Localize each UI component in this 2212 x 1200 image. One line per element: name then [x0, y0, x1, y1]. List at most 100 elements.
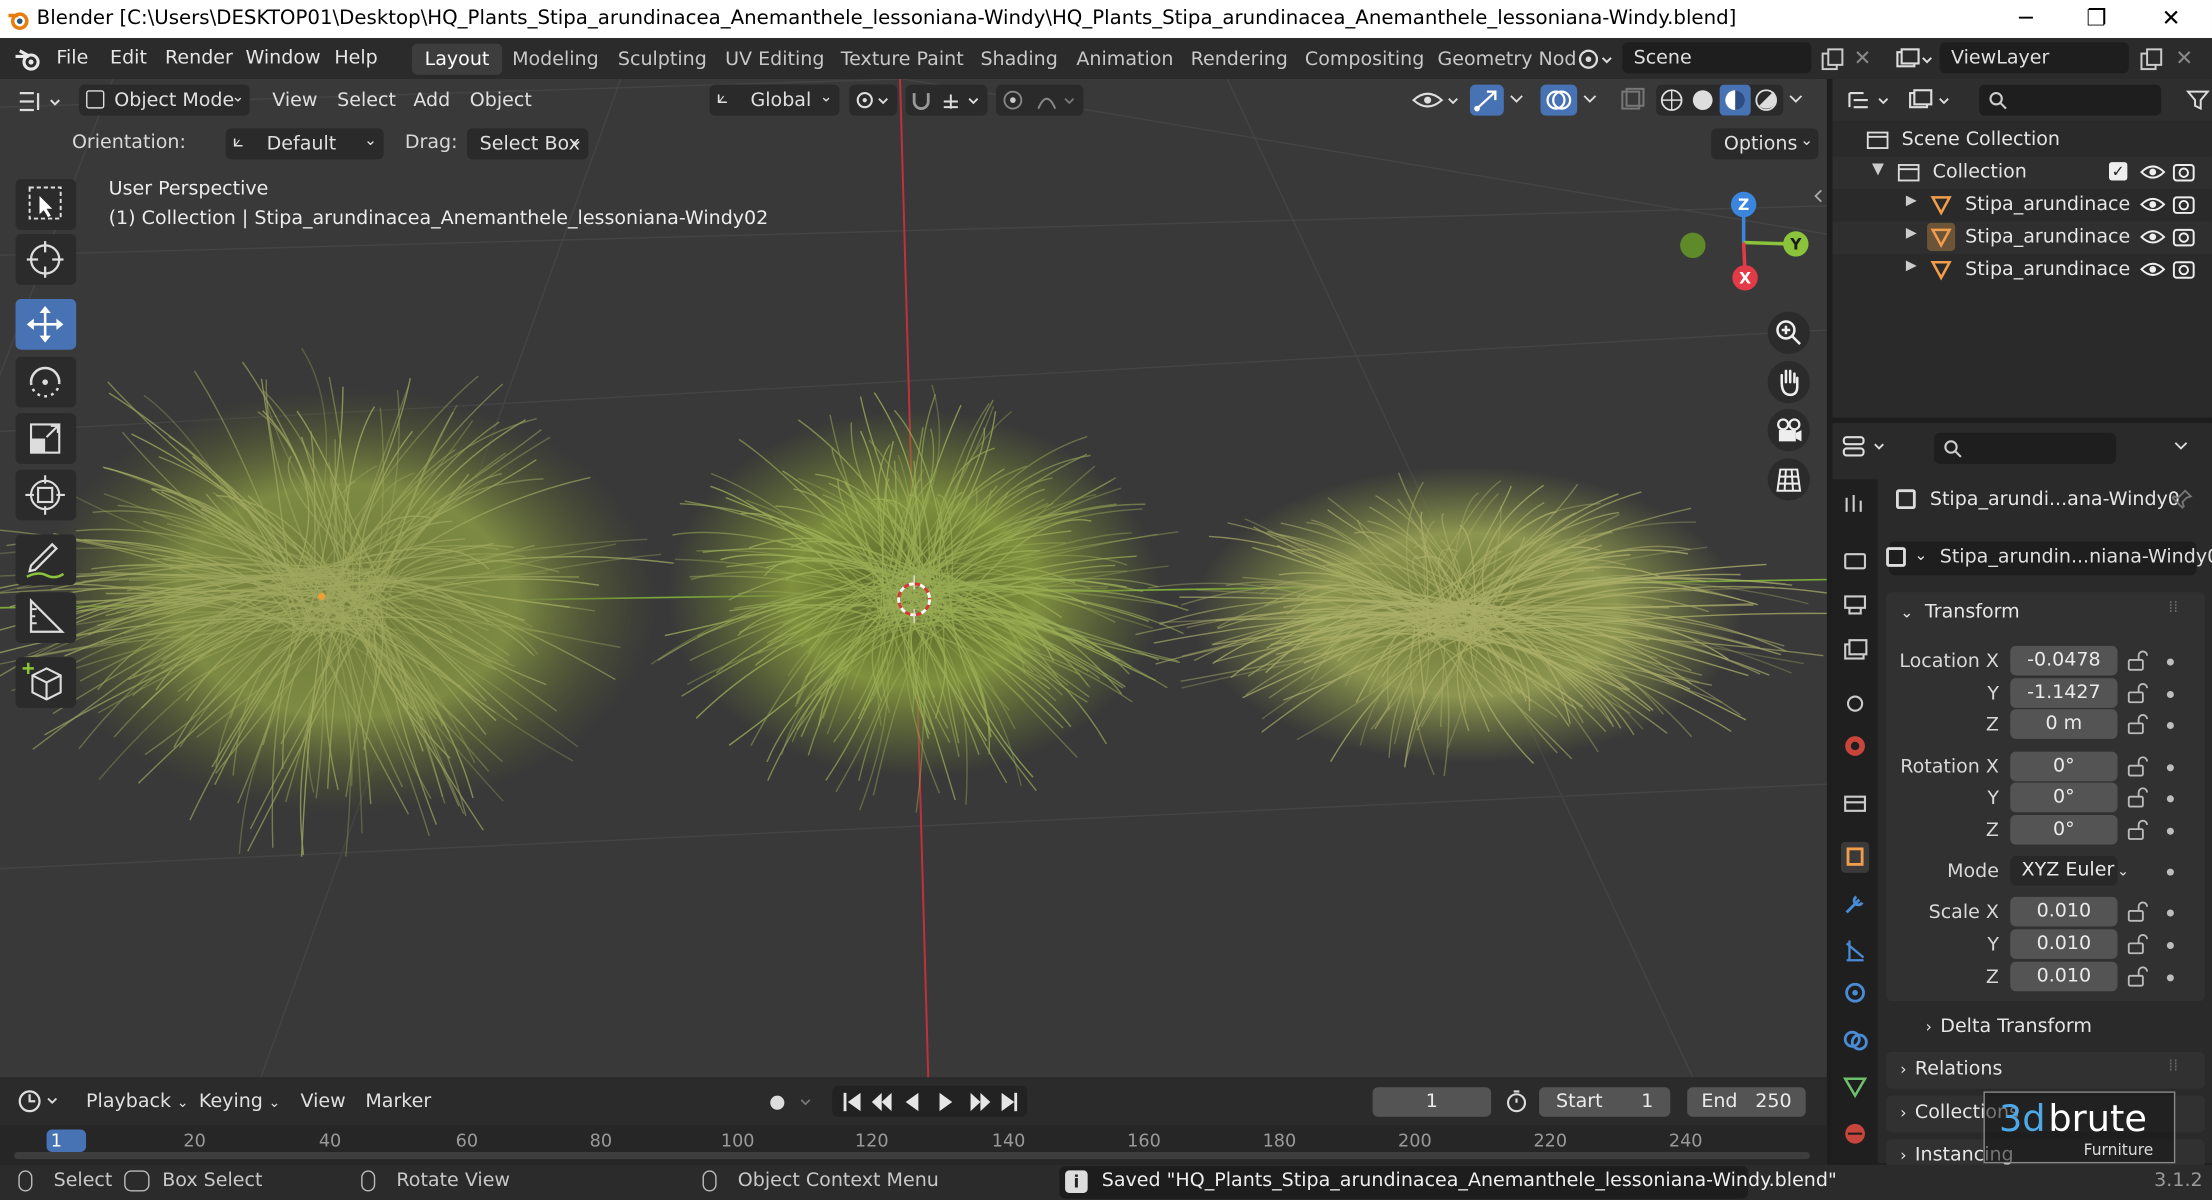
scene-selector-icon[interactable] [1577, 47, 1614, 72]
outliner-object-1[interactable]: ▶ Stipa_arundinace [1833, 189, 2212, 221]
tab-rendering[interactable]: Rendering [1178, 44, 1301, 75]
eye-icon[interactable] [2140, 161, 2166, 184]
scale-tool[interactable] [15, 413, 77, 464]
display-mode-icon[interactable] [1907, 87, 1955, 112]
keyframe-dot[interactable] [2166, 690, 2174, 699]
select-menu[interactable]: Select [337, 89, 396, 112]
options-dropdown[interactable]: Options ⌄ [1711, 128, 1819, 160]
gizmo-toggle-button[interactable] [1469, 84, 1504, 116]
chevron-down-icon[interactable] [2171, 439, 2191, 456]
camera-icon[interactable] [2172, 226, 2195, 249]
keyframe-dot[interactable] [2166, 795, 2174, 803]
datablock-selector[interactable]: ⌄ Stipa_arundin...niana-Windy02 [1886, 541, 2212, 576]
tab-sculpting[interactable]: Sculpting [605, 44, 719, 75]
annotate-tool[interactable] [15, 534, 77, 586]
proportional-editing-controls[interactable] [995, 84, 1084, 116]
tab-uv-editing[interactable]: UV Editing [712, 44, 837, 75]
outliner-collection[interactable]: ▼ Collection ✓ [1832, 156, 2212, 189]
rotation-z-field[interactable]: 0° [2010, 815, 2118, 845]
keyframe-dot[interactable] [2166, 909, 2174, 917]
eye-icon[interactable] [2140, 193, 2166, 216]
start-frame-field[interactable]: Start 1 [1539, 1087, 1671, 1117]
shading-mode-buttons[interactable] [1656, 84, 1784, 116]
grass-clump-left[interactable] [0, 347, 674, 857]
camera-icon[interactable] [2172, 258, 2195, 281]
visibility-dropdown[interactable] [1411, 85, 1465, 116]
outliner-editor-icon[interactable] [1847, 87, 1895, 112]
menu-file[interactable]: File [56, 47, 88, 70]
rotation-x-field[interactable]: 0° [2010, 751, 2118, 782]
keyframe-dot[interactable] [2166, 721, 2174, 730]
lock-icon[interactable] [2126, 714, 2149, 737]
timeline-scrollbar[interactable] [14, 1152, 1810, 1160]
new-view-layer-icon[interactable] [2139, 47, 2164, 72]
camera-icon[interactable] [2172, 161, 2195, 184]
overlays-toggle-button[interactable] [1540, 84, 1578, 116]
close-button[interactable]: ✕ [2139, 3, 2204, 34]
lock-icon[interactable] [2126, 966, 2149, 989]
expand-arrow-icon[interactable]: ▶ [1906, 226, 1917, 242]
sidebar-toggle-icon[interactable] [1811, 186, 1825, 206]
expand-arrow-icon[interactable]: ▶ [1906, 193, 1917, 209]
pin-icon[interactable] [2171, 488, 2194, 511]
navigation-gizmo[interactable]: Z Y X [1672, 189, 1827, 302]
playback-menu[interactable]: Playback ⌄ [86, 1090, 188, 1113]
tab-animation[interactable]: Animation [1064, 44, 1186, 75]
location-y-field[interactable]: -1.1427 [2010, 678, 2118, 708]
remove-view-layer-icon[interactable]: ✕ [2175, 45, 2193, 70]
lock-icon[interactable] [2126, 787, 2149, 810]
neg-y-axis-handle[interactable] [1680, 232, 1706, 259]
scale-x-field[interactable]: 0.010 [2010, 896, 2118, 927]
exclude-checkbox[interactable]: ✓ [2109, 162, 2128, 181]
lock-icon[interactable] [2126, 933, 2149, 956]
editor-type-icon[interactable] [16, 87, 67, 115]
object-name-row[interactable]: Stipa_arundi...ana-Windy0 [1889, 482, 2212, 519]
scale-y-field[interactable]: 0.010 [2010, 929, 2118, 959]
menu-edit[interactable]: Edit [110, 47, 147, 70]
tab-modeling[interactable]: Modeling [499, 44, 611, 75]
chevron-down-icon[interactable] [1507, 92, 1527, 109]
lock-icon[interactable] [2126, 650, 2149, 673]
camera-icon[interactable] [2172, 193, 2195, 216]
lock-icon[interactable] [2126, 756, 2149, 779]
rotation-y-field[interactable]: 0° [2010, 782, 2118, 813]
properties-editor-icon[interactable] [1841, 433, 1889, 461]
object-mode-dropdown[interactable]: Object Mode ⌄ [78, 84, 250, 116]
blender-menu-icon[interactable] [14, 47, 42, 72]
pan-button[interactable] [1767, 360, 1810, 404]
cursor-tool[interactable] [15, 234, 77, 285]
drag-dropdown[interactable]: Select Box ⌄ [466, 128, 589, 160]
lock-icon[interactable] [2126, 682, 2149, 705]
3d-viewport[interactable]: Object Mode ⌄ View Select Add Object ⟀ G… [0, 78, 1827, 1078]
rotate-tool[interactable] [15, 356, 77, 408]
eye-icon[interactable] [2140, 226, 2166, 249]
orientation-dropdown[interactable]: ⟀ Default ⌄ [225, 128, 384, 160]
pivot-point-dropdown[interactable] [849, 84, 898, 116]
timeline-view-menu[interactable]: View [300, 1090, 345, 1113]
tab-texture-paint[interactable]: Texture Paint [828, 44, 976, 75]
keyframe-dot[interactable] [2166, 658, 2174, 666]
properties-search-input[interactable] [1934, 432, 2117, 464]
menu-help[interactable]: Help [334, 47, 377, 70]
auto-keying-button[interactable] [763, 1090, 825, 1115]
view-layer-icon[interactable] [1895, 47, 1934, 72]
outliner-scene-collection[interactable]: Scene Collection [1833, 124, 2212, 156]
measure-tool[interactable] [15, 592, 77, 644]
xray-toggle-button[interactable] [1615, 85, 1649, 116]
current-frame-field[interactable]: 1 [1372, 1087, 1492, 1117]
outliner-object-2[interactable]: ▶ Stipa_arundinace [1832, 221, 2212, 254]
drag-handle-icon[interactable]: ⁞⁞ [2168, 598, 2178, 616]
transform-header[interactable]: ⌄ Transform [1900, 601, 2019, 624]
chevron-down-icon[interactable] [1786, 92, 1806, 109]
eye-icon[interactable] [2140, 258, 2166, 281]
tab-compositing[interactable]: Compositing [1292, 44, 1437, 75]
marker-menu[interactable]: Marker [365, 1090, 431, 1113]
object-menu[interactable]: Object [470, 89, 532, 112]
tab-geometry-nodes[interactable]: Geometry Nod [1425, 44, 1589, 75]
transform-orientation-dropdown[interactable]: ⟀ Global ⌄ [709, 84, 840, 116]
grass-clump-right[interactable] [1135, 466, 1827, 777]
new-scene-icon[interactable] [1820, 47, 1845, 72]
tab-layout[interactable]: Layout [411, 43, 503, 75]
outliner-object-3[interactable]: ▶ Stipa_arundinace [1833, 254, 2212, 286]
keying-menu[interactable]: Keying ⌄ [199, 1090, 280, 1113]
